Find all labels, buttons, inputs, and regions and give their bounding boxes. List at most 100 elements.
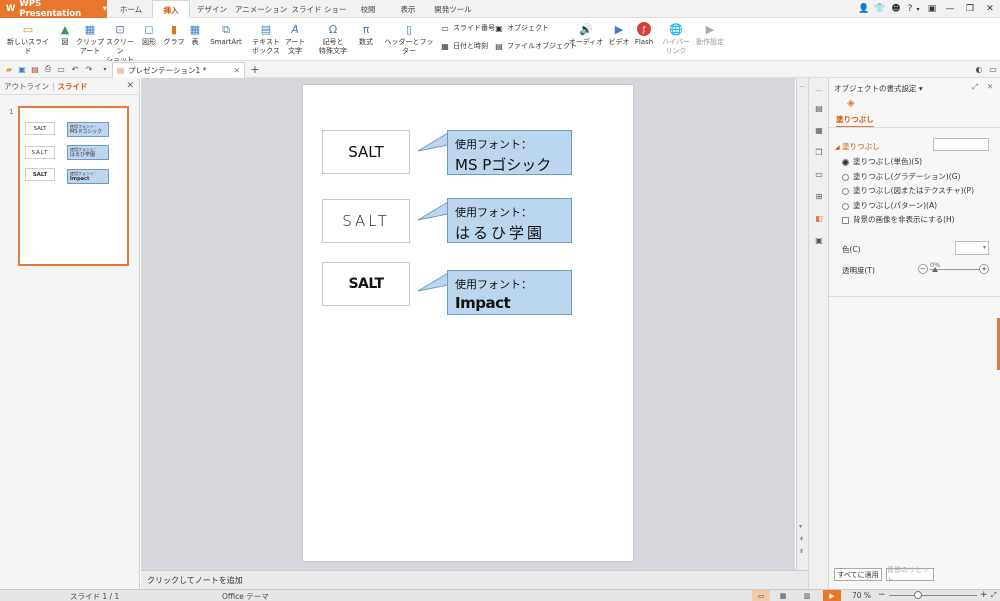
chart-button[interactable]: ▮ グラフ [162,22,186,47]
file-object-button[interactable]: ▤ ファイルオブジェクト [494,40,577,52]
next-slide-icon[interactable]: ⇟ [799,548,804,555]
clipart-button[interactable]: ▦ クリップ アート [76,22,104,56]
callout-msgothic[interactable]: 使用フォント： MS Pゴシック [447,130,572,175]
callout-haruhi[interactable]: 使用フォント： はるひ学園 [447,198,572,243]
layers-icon[interactable]: ❐ [813,146,825,158]
tab-slideshow[interactable]: スライド ショー [290,0,348,18]
play-slideshow-icon[interactable]: ▶ [823,590,841,601]
tab-view[interactable]: 表示 [390,0,426,18]
document-icon[interactable]: ▤ [813,102,825,114]
print-preview-icon[interactable]: ▭ [56,64,66,74]
salt-box-msgothic[interactable]: SALT [322,130,410,174]
reading-view-icon[interactable]: ▥ [800,590,814,601]
checkbox[interactable] [842,216,849,224]
transition-icon[interactable]: ⊞ [813,190,825,202]
zoom-slider-handle[interactable] [914,591,922,599]
format-object-icon[interactable]: ◧ [813,212,825,224]
redo-icon[interactable]: ↷ [84,64,94,74]
app-menu-button[interactable]: W WPS Presentation ▾ [0,0,107,19]
radio[interactable] [842,173,849,181]
backup-icon[interactable]: ▣ [813,234,825,246]
close-icon[interactable]: ✕ [234,66,240,75]
tab-home[interactable]: ホーム [110,0,152,18]
radio-solid-fill[interactable]: 塗りつぶし(単色)(S) [842,156,922,167]
close-icon[interactable]: ✕ [126,81,134,91]
screenshot-button[interactable]: ⊡ スクリーン ショット [104,22,136,65]
callout-impact[interactable]: 使用フォント： Impact [447,270,572,315]
panel-header[interactable]: オブジェクトの書式設定 ▾ [834,83,923,94]
slide-number-button[interactable]: ▭ スライド番号 [440,22,495,34]
open-folder-icon[interactable]: ▰ [4,64,14,74]
account-icon[interactable]: ☻ [890,3,902,15]
tab-developer[interactable]: 開発ツール [428,0,478,18]
print-icon[interactable]: ⎙ [43,64,53,74]
new-tab-icon[interactable]: + [250,63,260,76]
collapse-icon[interactable]: — [813,84,825,96]
equation-button[interactable]: π 数式 [355,22,377,47]
radio-gradient-fill[interactable]: 塗りつぶし(グラデーション)(G) [842,171,960,182]
audio-button[interactable]: 🔊 オーディオ [568,22,604,47]
radio-picture-fill[interactable]: 塗りつぶし(図またはテクスチャ)(P) [842,185,974,196]
tab-slides[interactable]: スライド [58,81,88,92]
vertical-scrollbar[interactable]: — ▾ ⇞ ⇟ [796,78,808,570]
tab-fill[interactable]: 塗りつぶし [836,114,874,128]
document-menu-icon[interactable]: ◐ [974,64,984,74]
chevron-down-icon[interactable]: ▾ [912,3,924,15]
tab-insert[interactable]: 挿入 [152,0,190,19]
tab-outline[interactable]: アウトライン [4,81,49,92]
datetime-button[interactable]: ▦ 日付と時刻 [440,40,488,52]
minimize-icon[interactable]: — [944,3,956,15]
scroll-down-icon[interactable]: ▾ [799,523,802,530]
theme-name[interactable]: Office テーマ [222,591,269,601]
radio-pattern-fill[interactable]: 塗りつぶし(パターン)(A) [842,200,937,211]
scroll-up-icon[interactable]: — [799,83,805,90]
symbol-button[interactable]: Ω 記号と 特殊文字 [314,22,352,56]
close-icon[interactable]: ✕ [987,82,993,91]
zoom-level[interactable]: 70 % [852,591,871,600]
animation-icon[interactable]: ▭ [813,168,825,180]
tab-design[interactable]: デザイン [192,0,232,18]
radio-selected[interactable] [842,158,849,166]
salt-box-haruhi[interactable]: SALT [322,199,410,243]
zoom-in-icon[interactable]: + [980,590,988,600]
fill-preview-box[interactable] [933,138,989,151]
document-tab[interactable]: ▤ プレゼンテーション1 * ✕ [112,62,245,78]
hide-bg-checkbox[interactable]: 背景の画像を非表示にする(H) [842,214,955,225]
export-pdf-icon[interactable]: ▤ [30,64,40,74]
pin-icon[interactable]: ⤢ [972,82,978,92]
slider-handle[interactable] [932,267,938,272]
color-dropdown[interactable]: ▾ [955,241,989,255]
hyperlink-button[interactable]: 🌐 ハイパー リンク [662,22,690,56]
slide-canvas[interactable]: SALT 使用フォント： MS Pゴシック SALT 使用フォント： はるひ学園… [303,85,633,561]
undo-icon[interactable]: ↶ [70,64,80,74]
fit-window-icon[interactable]: ⤢ [991,591,997,600]
salt-box-impact[interactable]: SALT [322,262,410,306]
radio[interactable] [842,187,849,195]
new-slide-button[interactable]: ▭ 新しいスライド [4,22,52,56]
zoom-out-icon[interactable]: − [878,590,886,600]
header-footer-button[interactable]: ▯ ヘッダーとフッター [384,22,434,56]
flash-button[interactable]: ƒ Flash [632,22,656,47]
notes-pane[interactable]: クリックしてノートを追加 [141,570,808,589]
restore-icon[interactable]: ❐ [964,3,976,15]
apply-all-button[interactable]: すべてに適用 [834,568,882,581]
close-icon[interactable]: ✕ [984,3,996,15]
fill-section-header[interactable]: ◢ 塗りつぶし [835,141,880,152]
table-button[interactable]: ▦ 表 [186,22,204,47]
picture-button[interactable]: ▲ 図 [56,22,74,47]
user-icon[interactable]: 👤 [858,3,870,15]
chevron-down-icon[interactable]: ▾ [100,64,110,74]
wordart-button[interactable]: A アート 文字 [283,22,307,56]
zoom-slider[interactable] [889,595,977,596]
tab-review[interactable]: 校閲 [350,0,386,18]
video-button[interactable]: ▶ ビデオ [608,22,630,47]
shape-button[interactable]: ◻ 図形 [138,22,160,47]
object-button[interactable]: ▣ オブジェクト [494,22,549,34]
radio[interactable] [842,202,849,210]
prev-slide-icon[interactable]: ⇞ [799,536,804,543]
save-icon[interactable]: ▣ [17,64,27,74]
layout-icon[interactable]: ▦ [813,124,825,136]
shirt-icon[interactable]: 👕 [874,3,886,15]
increase-icon[interactable]: + [979,264,989,274]
reset-background-button[interactable]: 背景のリセット [886,566,934,584]
